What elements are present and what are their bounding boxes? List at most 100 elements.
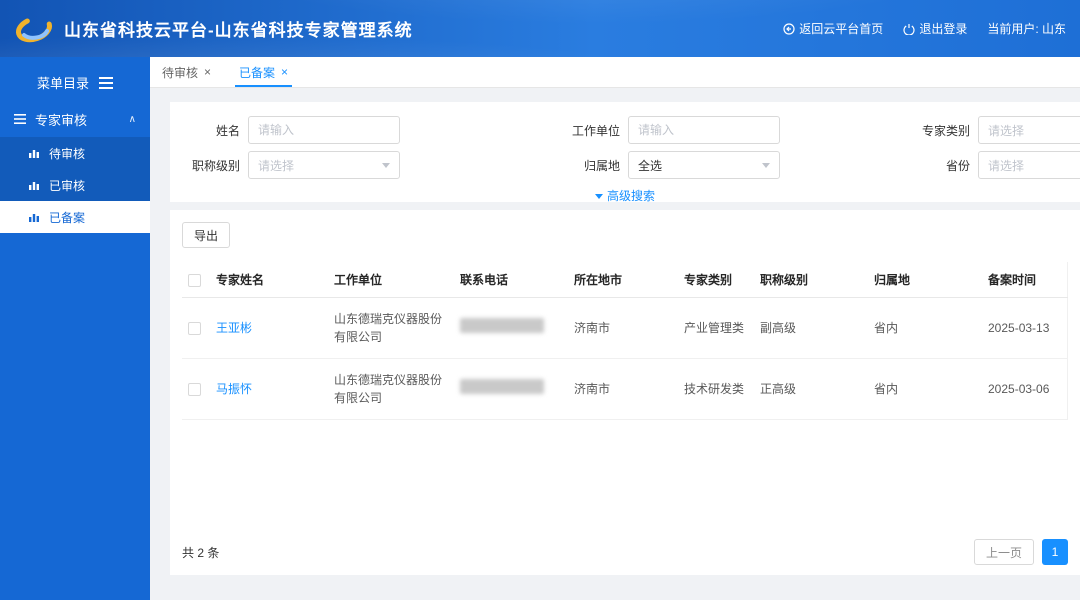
select-placeholder: 请选择 <box>988 157 1024 174</box>
sidebar-item-pending-review[interactable]: 待审核 <box>0 137 150 169</box>
pagination: 上一页 1 <box>974 539 1068 565</box>
cell-phone <box>452 298 566 359</box>
page-number-1[interactable]: 1 <box>1042 539 1068 565</box>
filter-panel: 姓名 工作单位 专家类别 请选择 职称级别 请选择 <box>170 102 1080 202</box>
cell-date: 2025-03-13 <box>980 298 1068 359</box>
cell-expert-name: 王亚彬 <box>208 298 326 359</box>
select-placeholder: 请选择 <box>988 122 1024 139</box>
total-count-label: 共 2 条 <box>182 544 219 561</box>
cell-company: 山东德瑞克仪器股份有限公司 <box>326 359 452 420</box>
col-title-level: 职称级别 <box>752 262 866 298</box>
menu-directory-label: 菜单目录 <box>37 73 89 92</box>
bar-chart-icon <box>28 147 40 159</box>
return-icon <box>783 23 795 35</box>
app-header: 山东省科技云平台-山东省科技专家管理系统 返回云平台首页 退出登录 当前用户: … <box>0 0 1080 57</box>
main-area: 待审核 × 已备案 × 姓名 工作单位 专家类别 请选择 <box>150 57 1080 600</box>
cell-title_level: 正高级 <box>752 359 866 420</box>
tab-pending-review[interactable]: 待审核 × <box>162 57 211 87</box>
cell-city: 济南市 <box>566 359 676 420</box>
return-home-label: 返回云平台首页 <box>799 20 883 37</box>
select-all-cell <box>182 262 208 298</box>
row-checkbox[interactable] <box>188 383 201 396</box>
col-phone: 联系电话 <box>452 262 566 298</box>
sidebar-item-filed[interactable]: 已备案 <box>0 201 150 233</box>
expert-name-link[interactable]: 王亚彬 <box>216 321 252 335</box>
experts-table: 专家姓名 工作单位 联系电话 所在地市 专家类别 职称级别 归属地 备案时间 王… <box>182 262 1068 420</box>
col-company: 工作单位 <box>326 262 452 298</box>
row-select-cell <box>182 298 208 359</box>
sidebar-item-reviewed[interactable]: 已审核 <box>0 169 150 201</box>
cell-date: 2025-03-06 <box>980 359 1068 420</box>
sidebar-item-label: 已备案 <box>49 209 85 226</box>
cell-category: 产业管理类 <box>676 298 752 359</box>
cell-region: 省内 <box>866 298 980 359</box>
filter-field-company: 工作单位 <box>560 115 910 145</box>
region-label: 归属地 <box>560 157 628 174</box>
table-row: 马振怀山东德瑞克仪器股份有限公司济南市技术研发类正高级省内2025-03-06 <box>182 359 1068 420</box>
cell-expert-name: 马振怀 <box>208 359 326 420</box>
filter-field-name: 姓名 <box>180 115 560 145</box>
table-footer: 共 2 条 上一页 1 <box>182 539 1068 565</box>
cell-phone <box>452 359 566 420</box>
menu-directory[interactable]: 菜单目录 <box>0 63 150 101</box>
sidebar-item-label: 待审核 <box>49 145 85 162</box>
title-level-select[interactable]: 请选择 <box>248 151 400 179</box>
cell-category: 技术研发类 <box>676 359 752 420</box>
expert-name-link[interactable]: 马振怀 <box>216 382 252 396</box>
logout-link[interactable]: 退出登录 <box>903 20 967 37</box>
row-select-cell <box>182 359 208 420</box>
col-expert-name: 专家姓名 <box>208 262 326 298</box>
bar-chart-icon <box>28 211 40 223</box>
name-label: 姓名 <box>180 122 248 139</box>
col-category: 专家类别 <box>676 262 752 298</box>
advanced-search-link[interactable]: 高级搜索 <box>170 187 1080 202</box>
chevron-down-icon <box>762 163 770 168</box>
sidebar-item-label: 已审核 <box>49 177 85 194</box>
select-value: 全选 <box>638 157 662 174</box>
row-checkbox[interactable] <box>188 322 201 335</box>
col-filed-date: 备案时间 <box>980 262 1068 298</box>
export-button[interactable]: 导出 <box>182 222 230 248</box>
filter-field-province: 省份 请选择 <box>910 150 1080 180</box>
advanced-search-label: 高级搜索 <box>607 189 655 202</box>
cell-title_level: 副高级 <box>752 298 866 359</box>
name-input[interactable] <box>248 116 400 144</box>
table-row: 王亚彬山东德瑞克仪器股份有限公司济南市产业管理类副高级省内2025-03-13 <box>182 298 1068 359</box>
filter-field-region: 归属地 全选 <box>560 150 910 180</box>
province-select[interactable]: 请选择 <box>978 151 1080 179</box>
phone-redacted <box>460 379 544 394</box>
province-label: 省份 <box>910 157 978 174</box>
list-icon <box>14 113 26 125</box>
expert-category-label: 专家类别 <box>910 122 978 139</box>
prev-page-button[interactable]: 上一页 <box>974 539 1034 565</box>
close-icon[interactable]: × <box>204 66 211 78</box>
sidebar-submenu: 待审核 已审核 已备案 <box>0 137 150 233</box>
col-city: 所在地市 <box>566 262 676 298</box>
expert-category-select[interactable]: 请选择 <box>978 116 1080 144</box>
sidebar: 菜单目录 专家审核 ∧ 待审核 已审核 已备案 <box>0 57 150 600</box>
col-region: 归属地 <box>866 262 980 298</box>
current-user-label: 当前用户: 山东 <box>987 20 1066 37</box>
phone-redacted <box>460 318 544 333</box>
power-icon <box>903 23 915 35</box>
company-label: 工作单位 <box>560 122 628 139</box>
tab-bar: 待审核 × 已备案 × <box>150 57 1080 88</box>
table-body: 王亚彬山东德瑞克仪器股份有限公司济南市产业管理类副高级省内2025-03-13马… <box>182 298 1068 420</box>
title-level-label: 职称级别 <box>180 157 248 174</box>
page-title: 山东省科技云平台-山东省科技专家管理系统 <box>64 16 413 41</box>
tab-filed[interactable]: 已备案 × <box>239 57 288 87</box>
bar-chart-icon <box>28 179 40 191</box>
company-input[interactable] <box>628 116 780 144</box>
app-logo-icon <box>14 9 54 49</box>
menu-fold-icon[interactable] <box>99 77 113 88</box>
select-all-checkbox[interactable] <box>188 274 201 287</box>
return-home-link[interactable]: 返回云平台首页 <box>783 20 883 37</box>
region-select[interactable]: 全选 <box>628 151 780 179</box>
close-icon[interactable]: × <box>281 66 288 78</box>
cell-city: 济南市 <box>566 298 676 359</box>
sidebar-group-expert-review[interactable]: 专家审核 ∧ <box>0 101 150 137</box>
filter-field-expert-category: 专家类别 请选择 <box>910 115 1080 145</box>
tab-label: 已备案 <box>239 64 275 81</box>
chevron-up-icon: ∧ <box>129 114 136 125</box>
tab-label: 待审核 <box>162 64 198 81</box>
